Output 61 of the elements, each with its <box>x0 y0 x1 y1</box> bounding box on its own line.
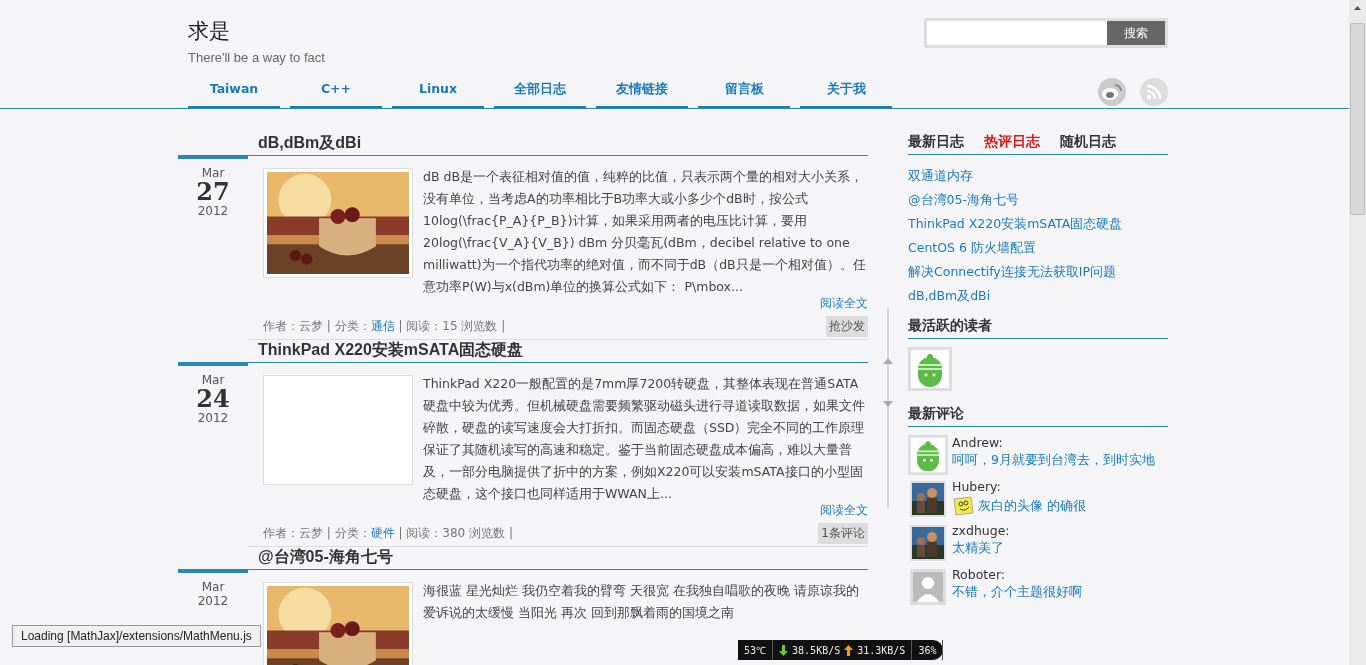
post-title[interactable]: dB,dBm及dBi <box>258 133 868 153</box>
commenter-name: Andrew: <box>952 435 1004 450</box>
download-arrow-icon <box>779 644 789 656</box>
temperature-reading: 53℃ <box>738 640 774 660</box>
date-month: Mar <box>200 580 226 594</box>
read-more-link[interactable]: 阅读全文 <box>820 503 868 517</box>
date-year: 2012 <box>196 204 230 218</box>
recent-post-link[interactable]: dB,dBm及dBi <box>908 288 991 303</box>
scrollbar[interactable] <box>1349 0 1366 665</box>
comments-link[interactable]: 抢沙发 <box>826 316 868 337</box>
date-month: Mar <box>200 373 226 387</box>
read-more-link[interactable]: 阅读全文 <box>820 296 868 310</box>
section-heading: 最活跃的读者 <box>908 317 992 333</box>
status-tooltip: Loading [MathJax]/extensions/MathMenu.js <box>12 625 261 647</box>
post-title[interactable]: @台湾05-海角七号 <box>258 547 868 567</box>
scrollbar-thumb[interactable] <box>1350 23 1365 215</box>
commenter-name: Roboter: <box>952 567 1007 582</box>
date-year: 2012 <box>196 411 230 425</box>
upload-speed: 31.3KB/S <box>857 644 906 656</box>
date-year: 2012 <box>196 594 230 608</box>
comments-link[interactable]: 1条评论 <box>818 523 868 544</box>
download-speed: 38.5KB/S <box>792 644 841 656</box>
recent-post-link[interactable]: 双通道内存 <box>908 168 973 183</box>
post-excerpt: dB dB是一个表征相对值的值，纯粹的比值，只表示两个量的相对大小关系，没有单位，当考虑A的功率相比于B功率大或小多少个dB时，按公式10log(\frac{P_A}{P_B})计算，如果采用两者的电压比计算，要用20log(\frac{V_A}{V_B}) dBm 分贝毫瓦(dBm，decibel relative to one milliwatt)为一个指代功率的绝对值，而不同于dB（dB只是一个相对值）。任意功率P(W)与x(dBm)单位的换算公式如下： P\mbox... <box>423 168 867 296</box>
category-link[interactable]: 硬件 <box>370 526 395 540</box>
date-day: 27 <box>178 180 248 204</box>
commenter-name: zxdhuge: <box>952 523 1010 538</box>
search-field[interactable] <box>927 21 1107 45</box>
user-silhouette-icon <box>910 569 946 605</box>
rss-icon[interactable] <box>1140 78 1168 106</box>
post-meta: 作者：云梦 | 分类：通信 | 阅读：15 浏览数 | <box>263 318 506 335</box>
search-button[interactable]: 搜索 <box>1107 21 1165 45</box>
section-heading: 最新评论 <box>908 405 964 421</box>
category-link[interactable]: 通信 <box>370 319 395 333</box>
date-month: Mar <box>200 166 226 180</box>
comment-link[interactable]: 呵呵，9月就要到台湾去，到时实地 <box>952 452 1155 469</box>
sidebar-tab[interactable]: 最新日志 <box>908 133 964 151</box>
recent-post-link[interactable]: ThinkPad X220安装mSATA固态硬盘 <box>908 216 1123 231</box>
cpu-percent: 36% <box>912 640 944 660</box>
weibo-icon[interactable] <box>1098 78 1126 106</box>
recent-post-link[interactable]: CentOS 6 防火墙配置 <box>908 240 1036 255</box>
recent-post-link[interactable]: @台湾05-海角七号 <box>908 192 1019 207</box>
robot-avatar-icon <box>908 347 952 391</box>
smiley-icon <box>952 496 974 516</box>
date-day: 24 <box>178 387 248 411</box>
excerpt-line: 海很蓝 星光灿烂 我仍空着我的臂弯 天很宽 在我独自唱歌的夜晚 请原谅我的 <box>423 582 859 600</box>
sidebar-tab[interactable]: 随机日志 <box>1060 133 1116 151</box>
upload-arrow-icon <box>844 644 854 656</box>
commenter-name: Hubery: <box>952 479 1002 494</box>
post-excerpt: ThinkPad X220一般配置的是7mm厚7200转硬盘，其整体表现在普通SATA硬盘中较为优秀。但机械硬盘需要频繁驱动磁头进行寻道读取数据，如果文件碎散，硬盘的读写速度会大打折扣。而固态硬盘（SSD）完全不同的工作原理保证了其随机读写的高速和稳定。鉴于当前固态硬盘成本偏高，难以大量普及，一部分电脑提供了折中的方案，例如X220可以安装mSATA接口的小型固态硬盘，这个接口也同样适用于WWAN上... <box>423 375 866 503</box>
site-tagline: There'll be a way to fact <box>188 50 325 65</box>
excerpt-line: 爱诉说的太缓慢 当阳光 再次 回到那飘着雨的国境之南 <box>423 604 734 622</box>
site-title[interactable]: 求是 <box>188 16 325 46</box>
comment-link[interactable]: 太精美了 <box>952 540 1004 557</box>
recent-post-link[interactable]: 解决Connectify连接无法获取IP问题 <box>908 264 1116 279</box>
comment-link[interactable]: 灰白的头像 的确很 <box>978 497 1086 515</box>
sidebar-tab[interactable]: 热评日志 <box>984 133 1040 151</box>
robot-avatar-icon <box>908 433 948 477</box>
post-title[interactable]: ThinkPad X220安装mSATA固态硬盘 <box>258 340 868 360</box>
comment-link[interactable]: 不错，介个主题很好啊 <box>952 584 1082 601</box>
post-meta: 作者：云梦 | 分类：硬件 | 阅读：380 浏览数 | <box>263 525 513 542</box>
